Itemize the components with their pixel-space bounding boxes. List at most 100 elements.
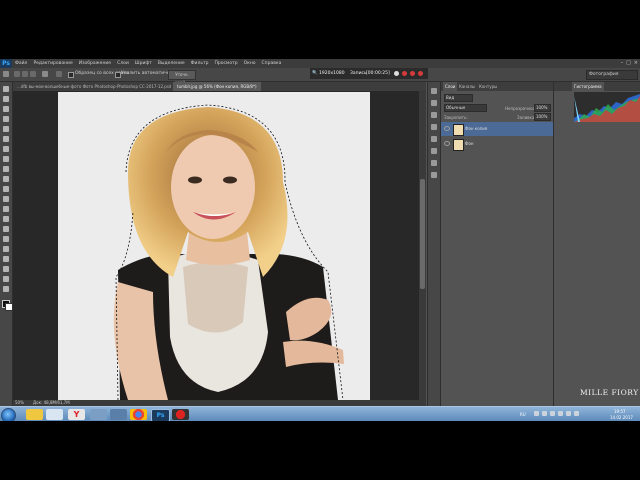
chrome-taskbar-icon[interactable] [130, 409, 147, 420]
character-panel-icon[interactable] [431, 136, 437, 142]
menu-type[interactable]: Шрифт [132, 61, 155, 66]
close-button[interactable]: × [634, 60, 638, 66]
styles-panel-icon[interactable] [431, 124, 437, 130]
lasso-tool-icon[interactable] [3, 106, 9, 112]
letterbox-top [0, 0, 640, 59]
blend-mode-select[interactable]: Обычные [444, 104, 487, 112]
menu-help[interactable]: Справка [259, 61, 285, 66]
shape-tool-icon[interactable] [3, 256, 9, 262]
media-taskbar-icon[interactable] [90, 409, 107, 420]
tab-channels[interactable]: Каналы [457, 82, 477, 91]
tray-icon[interactable] [534, 411, 539, 416]
document-tabs: ...dfb вы-мои-волшебные-фото Фото Photos… [13, 82, 426, 91]
tray-icon[interactable] [542, 411, 547, 416]
stop-icon[interactable] [410, 71, 415, 76]
move-tool-icon[interactable] [3, 86, 9, 92]
healing-tool-icon[interactable] [3, 146, 9, 152]
clone-stamp-tool-icon[interactable] [3, 166, 9, 172]
folder-taskbar-icon[interactable] [46, 409, 63, 420]
tab-histogram[interactable]: Гистограмма [572, 82, 604, 91]
layer-row[interactable]: Фон [441, 137, 553, 151]
eyedropper-tool-icon[interactable] [3, 136, 9, 142]
pen-tool-icon[interactable] [3, 226, 9, 232]
tab-layers[interactable]: Слои [443, 82, 458, 91]
eye-icon[interactable] [444, 126, 450, 131]
menu-file[interactable]: Файл [12, 61, 30, 66]
record-icon[interactable] [402, 71, 407, 76]
magnifier-icon: 🔍 [312, 71, 318, 76]
gradient-tool-icon[interactable] [3, 196, 9, 202]
layer-row[interactable]: Фон копия [441, 122, 553, 136]
layer-name: Фон копия [465, 126, 488, 131]
brush-panel-icon[interactable] [431, 160, 437, 166]
menu-window[interactable]: Окно [241, 61, 259, 66]
pause-icon[interactable] [394, 71, 399, 76]
language-indicator[interactable]: RU [520, 412, 526, 417]
hand-tool-icon[interactable] [3, 266, 9, 272]
tray-icon[interactable] [550, 411, 555, 416]
blur-tool-icon[interactable] [3, 206, 9, 212]
menu-image[interactable]: Изображение [76, 61, 114, 66]
background-color-swatch[interactable] [5, 303, 13, 311]
menu-layers[interactable]: Слои [114, 61, 132, 66]
resolution-label: 1920x1080 [319, 71, 345, 76]
document-image[interactable] [58, 92, 370, 400]
dodge-tool-icon[interactable] [3, 216, 9, 222]
volume-icon[interactable] [574, 411, 579, 416]
more-tools-icon[interactable] [3, 286, 9, 292]
network-icon[interactable] [566, 411, 571, 416]
actions-panel-icon[interactable] [431, 172, 437, 178]
menu-edit[interactable]: Редактирование [30, 61, 75, 66]
recorder-taskbar-icon[interactable] [172, 409, 189, 420]
fill-label: Заливка: [517, 115, 536, 120]
marquee-tool-icon[interactable] [3, 96, 9, 102]
refine-edge-button[interactable]: Уточн. край... [168, 70, 196, 85]
tab-paths[interactable]: Контуры [477, 82, 499, 91]
properties-panel-icon[interactable] [431, 100, 437, 106]
explorer-taskbar-icon[interactable] [26, 409, 43, 420]
menu-view[interactable]: Просмотр [211, 61, 240, 66]
menu-select[interactable]: Выделение [155, 61, 188, 66]
brush-tool-icon[interactable] [3, 156, 9, 162]
new-selection-icon[interactable] [14, 71, 20, 77]
fill-input[interactable]: 100% [534, 113, 551, 121]
doc-tab-tumblr[interactable]: tumblr.jpg @ 56% (Фон копия, RGB/8*) [173, 82, 261, 91]
tray-icon[interactable] [558, 411, 563, 416]
brush-size-icon[interactable] [42, 71, 48, 77]
photo-viewer-taskbar-icon[interactable] [110, 409, 127, 420]
quick-selection-tool-icon[interactable] [3, 71, 9, 77]
layers-panel: Слои Каналы Контуры Вид Обычные Непрозра… [440, 82, 553, 406]
path-selection-tool-icon[interactable] [3, 246, 9, 252]
maximize-button[interactable]: □ [626, 60, 631, 66]
quick-selection-tool-icon[interactable] [3, 116, 9, 122]
layer-filter-select[interactable]: Вид [444, 94, 473, 102]
sample-all-layers-checkbox[interactable] [68, 71, 74, 78]
adjustments-panel-icon[interactable] [431, 112, 437, 118]
crop-tool-icon[interactable] [3, 126, 9, 132]
layers-panel-tabs: Слои Каналы Контуры [441, 82, 553, 91]
eye-icon[interactable] [444, 141, 450, 146]
canvas-area[interactable] [13, 91, 419, 400]
layer-thumbnail [453, 124, 464, 136]
subtract-selection-icon[interactable] [30, 71, 36, 77]
close-recorder-icon[interactable] [418, 71, 423, 76]
type-tool-icon[interactable] [3, 236, 9, 242]
minimize-button[interactable]: – [621, 60, 624, 66]
yandex-taskbar-icon[interactable]: Y [68, 409, 85, 420]
windows-taskbar: Y Ps RU 19:57 14.02.2017 [0, 406, 640, 423]
canvas-vertical-scrollbar[interactable] [419, 91, 426, 400]
menu-filter[interactable]: Фильтр [188, 61, 212, 66]
history-panel-icon[interactable] [431, 88, 437, 94]
clock-time[interactable]: 19:57 [614, 409, 626, 414]
clock-date[interactable]: 14.02.2017 [610, 415, 633, 420]
opacity-input[interactable]: 100% [534, 104, 551, 112]
lock-label: Закрепить: [444, 115, 468, 120]
history-brush-tool-icon[interactable] [3, 176, 9, 182]
brush-angle-icon[interactable] [56, 71, 62, 77]
workspace-select[interactable]: Фотография [586, 70, 638, 80]
eraser-tool-icon[interactable] [3, 186, 9, 192]
doc-tab-psd[interactable]: ...dfb вы-мои-волшебные-фото Фото Photos… [13, 82, 171, 91]
paragraph-panel-icon[interactable] [431, 148, 437, 154]
add-to-selection-icon[interactable] [22, 71, 28, 77]
zoom-tool-icon[interactable] [3, 276, 9, 282]
